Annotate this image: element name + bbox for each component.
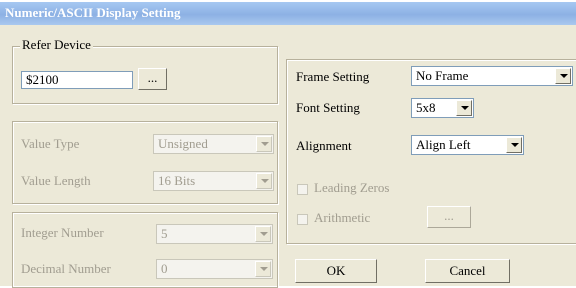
decimal-number-value: 0 — [161, 261, 168, 276]
decimal-number-label: Decimal Number — [21, 261, 111, 276]
integer-number-value: 5 — [161, 226, 168, 241]
arithmetic-checkbox — [297, 214, 308, 225]
value-length-label: Value Length — [21, 173, 91, 188]
refer-device-browse-button[interactable]: ... — [138, 68, 167, 90]
chevron-down-icon — [256, 173, 272, 189]
value-length-select: 16 Bits — [153, 171, 274, 191]
numeric-ascii-display-dialog: Numeric/ASCII Display Setting Refer Devi… — [0, 2, 576, 288]
refer-device-group: Refer Device $2100 ... — [12, 37, 278, 104]
value-type-select: Unsigned — [153, 134, 274, 154]
leading-zeros-checkbox — [297, 184, 308, 195]
decimal-number-select: 0 — [156, 259, 273, 279]
frame-setting-value: No Frame — [416, 68, 469, 83]
refer-device-input[interactable]: $2100 — [21, 71, 133, 89]
number-format-group: Integer Number 5 Decimal Number 0 — [12, 212, 278, 288]
value-type-label: Value Type — [21, 136, 80, 151]
font-setting-select[interactable]: 5x8 — [411, 98, 474, 118]
leading-zeros-label: Leading Zeros — [314, 180, 390, 195]
chevron-down-icon — [256, 136, 272, 152]
title-bar[interactable]: Numeric/ASCII Display Setting — [0, 2, 576, 25]
value-type-value: Unsigned — [158, 136, 208, 151]
font-setting-value: 5x8 — [416, 100, 436, 115]
value-length-value: 16 Bits — [158, 173, 196, 188]
frame-setting-label: Frame Setting — [296, 69, 370, 84]
chevron-down-icon[interactable] — [456, 100, 472, 116]
alignment-label: Alignment — [296, 138, 352, 153]
refer-device-legend: Refer Device — [20, 37, 93, 53]
chevron-down-icon — [255, 226, 271, 242]
chevron-down-icon — [255, 261, 271, 277]
chevron-down-icon[interactable] — [506, 137, 522, 153]
frame-setting-select[interactable]: No Frame — [411, 66, 573, 86]
alignment-select[interactable]: Align Left — [411, 135, 524, 155]
display-options-group: Frame Setting No Frame Font Setting 5x8 … — [286, 59, 576, 244]
arithmetic-label: Arithmetic — [314, 210, 371, 225]
value-group: Value Type Unsigned Value Length 16 Bits — [12, 121, 278, 204]
ok-button[interactable]: OK — [295, 259, 377, 283]
arithmetic-settings-button: ... — [427, 206, 471, 228]
integer-number-select: 5 — [156, 224, 273, 244]
window-title: Numeric/ASCII Display Setting — [5, 5, 181, 20]
integer-number-label: Integer Number — [21, 225, 104, 240]
font-setting-label: Font Setting — [296, 100, 360, 115]
alignment-value: Align Left — [416, 137, 471, 152]
cancel-button[interactable]: Cancel — [425, 259, 510, 283]
chevron-down-icon[interactable] — [555, 68, 571, 84]
